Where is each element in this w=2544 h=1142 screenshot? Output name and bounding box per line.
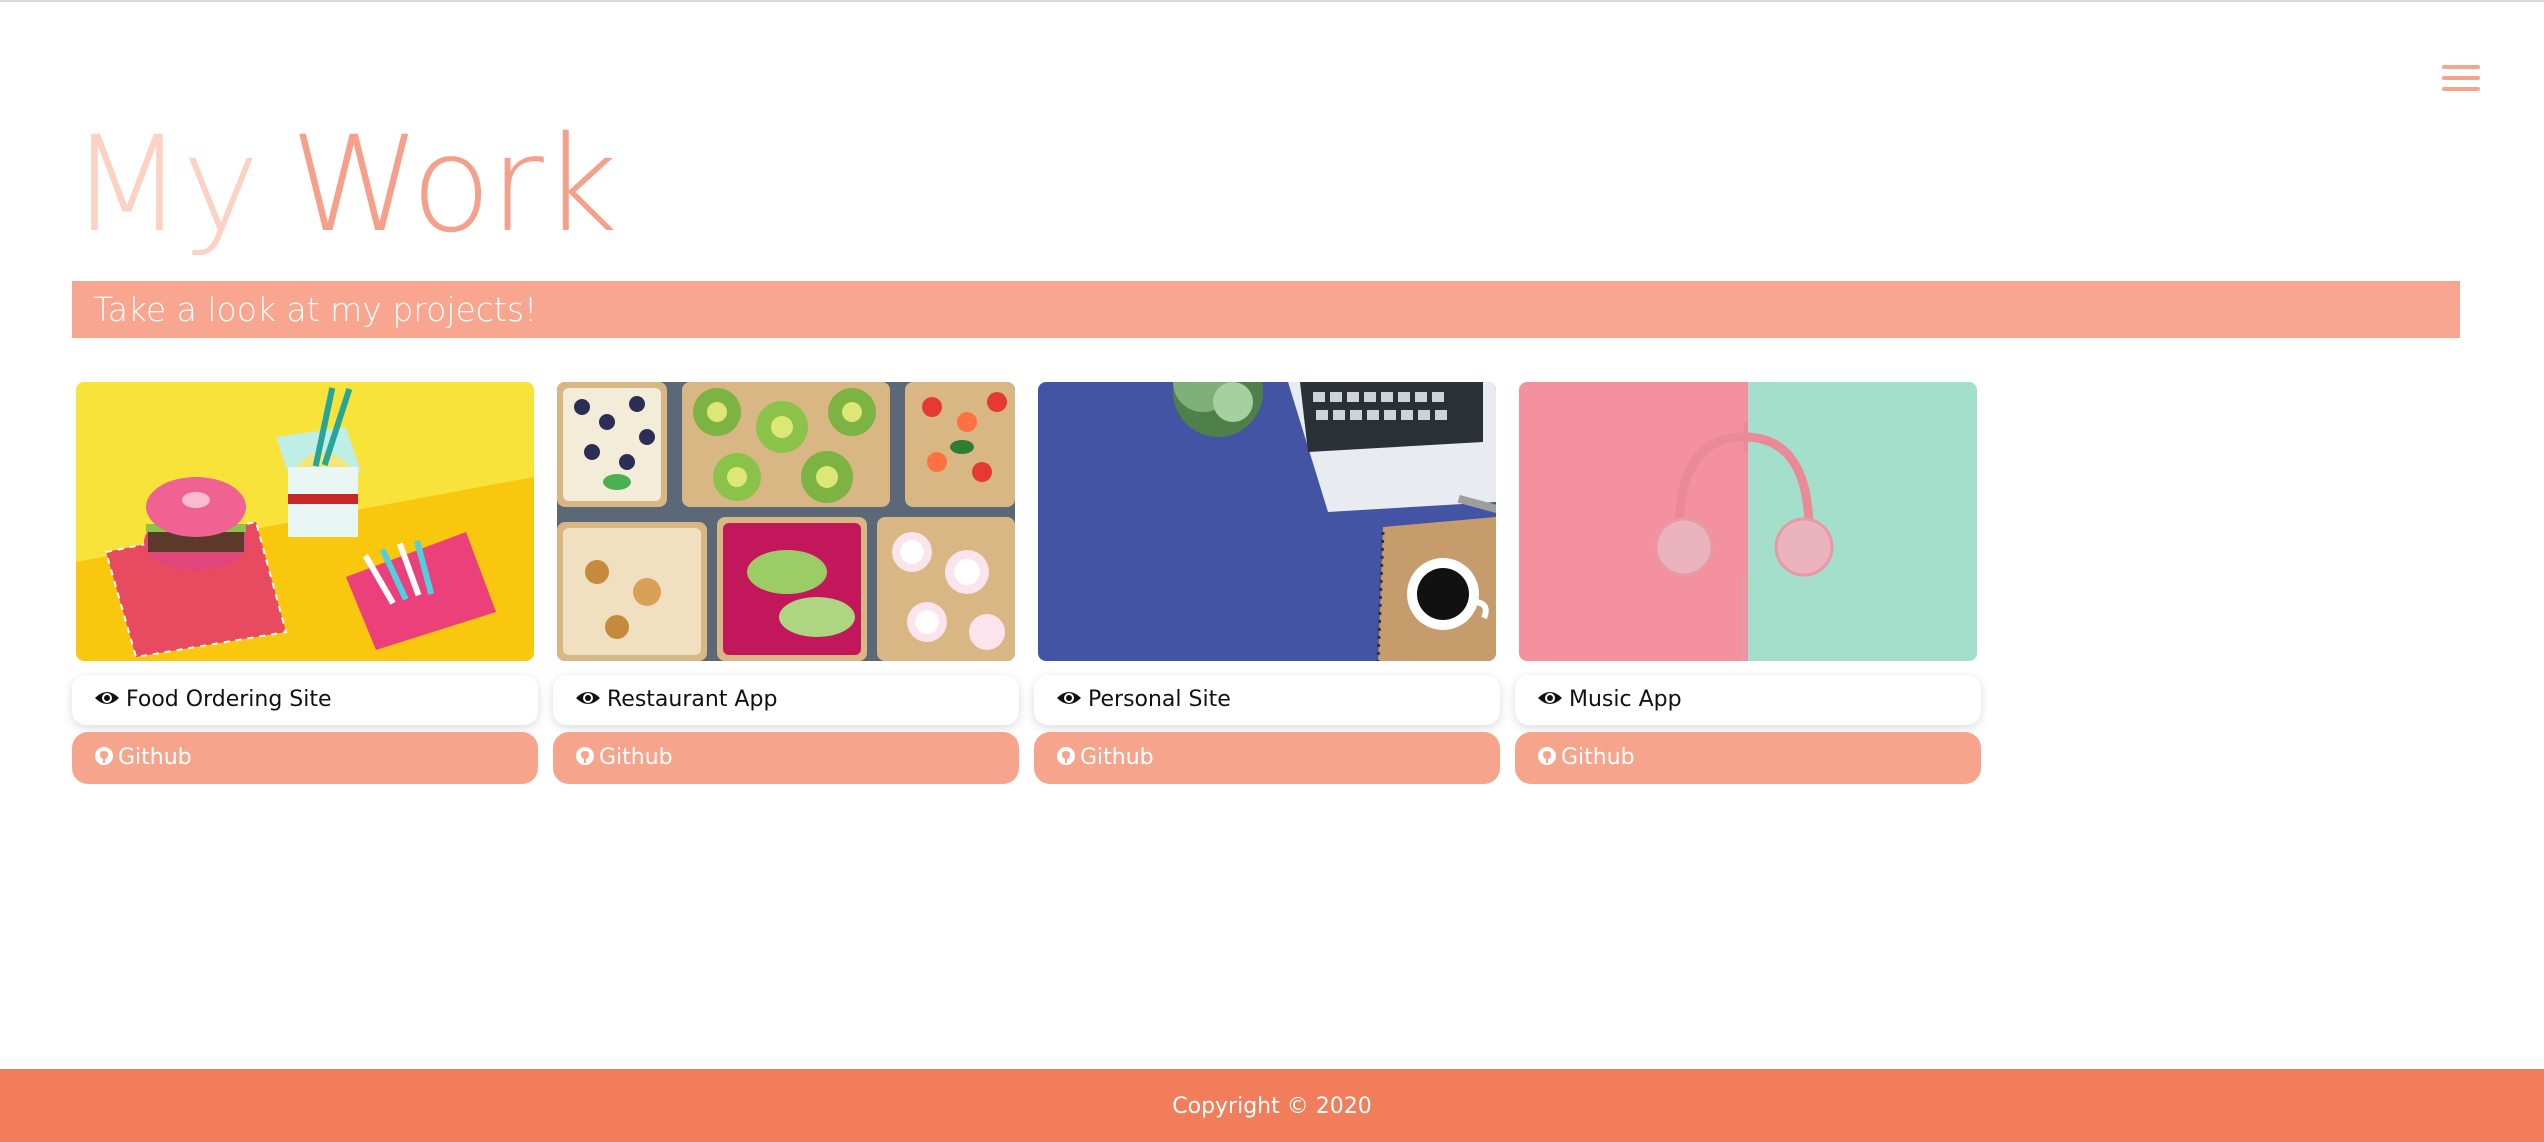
github-label: Github — [599, 745, 673, 770]
github-button-food-ordering[interactable]: Github — [72, 732, 538, 784]
menu-bar — [2442, 76, 2480, 80]
project-label: Music App — [1569, 687, 1682, 712]
github-label: Github — [1080, 745, 1154, 770]
page-subtitle: Take a look at my projects! — [72, 281, 2460, 338]
hamburger-menu-icon[interactable] — [2440, 62, 2482, 94]
github-button-personal-site[interactable]: Github — [1034, 732, 1500, 784]
page-footer: Copyright © 2020 — [0, 1069, 2544, 1142]
project-label: Food Ordering Site — [126, 687, 332, 712]
project-label: Personal Site — [1088, 687, 1231, 712]
project-image-restaurant[interactable] — [557, 382, 1015, 661]
eye-icon — [1538, 692, 1562, 704]
headphones-illustration — [1519, 382, 1977, 661]
eye-icon — [95, 692, 119, 704]
github-label: Github — [118, 745, 192, 770]
portfolio-page: My Work Take a look at my projects! Food… — [0, 0, 2544, 1142]
project-link-restaurant[interactable]: Restaurant App — [553, 675, 1019, 725]
github-button-restaurant[interactable]: Github — [553, 732, 1019, 784]
page-title-second-word: Work — [290, 108, 618, 262]
page-title-first-word: My — [70, 108, 260, 262]
project-label: Restaurant App — [607, 687, 778, 712]
project-image-personal-site[interactable] — [1038, 382, 1496, 661]
github-icon — [1057, 747, 1075, 765]
project-link-personal-site[interactable]: Personal Site — [1034, 675, 1500, 725]
github-button-music-app[interactable]: Github — [1515, 732, 1981, 784]
project-image-food-ordering[interactable] — [76, 382, 534, 661]
github-label: Github — [1561, 745, 1635, 770]
menu-bar — [2442, 65, 2480, 69]
menu-bar — [2442, 87, 2480, 91]
github-icon — [95, 747, 113, 765]
project-link-food-ordering[interactable]: Food Ordering Site — [72, 675, 538, 725]
github-icon — [1538, 747, 1556, 765]
page-title: My Work — [70, 108, 618, 262]
project-image-music-app[interactable] — [1519, 382, 1977, 661]
desk-illustration — [1038, 382, 1496, 661]
eye-icon — [576, 692, 600, 704]
toast-illustration — [557, 382, 1015, 661]
copyright-text: Copyright © 2020 — [1172, 1094, 1372, 1119]
eye-icon — [1057, 692, 1081, 704]
github-icon — [576, 747, 594, 765]
food-illustration — [76, 382, 534, 661]
project-link-music-app[interactable]: Music App — [1515, 675, 1981, 725]
